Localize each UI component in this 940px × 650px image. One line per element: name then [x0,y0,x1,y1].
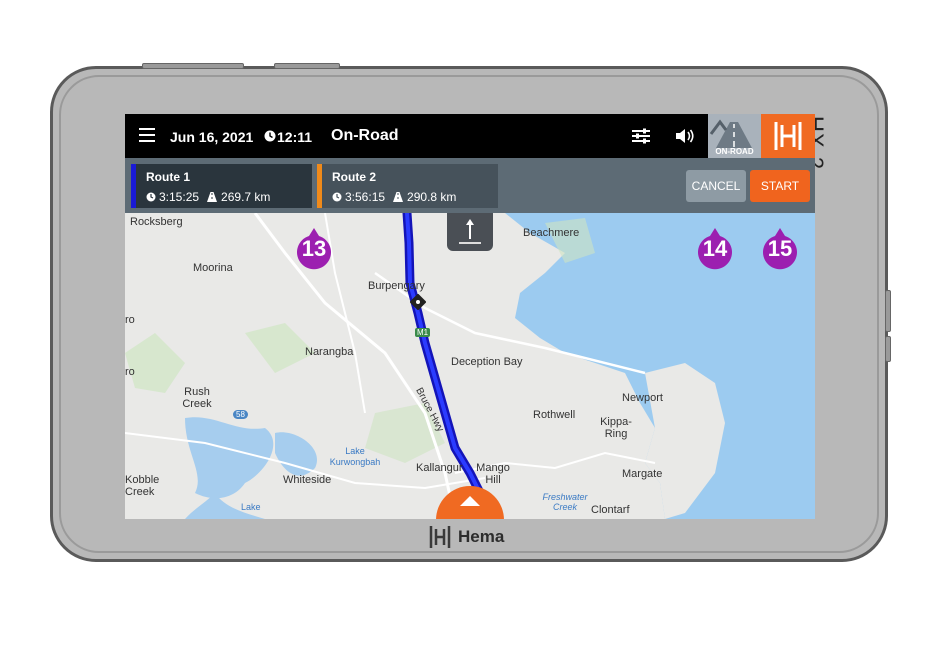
route-distance: 269.7 km [221,190,271,204]
mode-title: On-Road [331,127,399,144]
route-options-bar: Route 1 3:15:25 269.7 km Route 2 3:56:15 [125,158,815,213]
map-label: Freshwater Creek [542,492,588,512]
road-icon [709,119,752,148]
map-label: Narangba [305,346,354,358]
map-label: Kallangur [416,462,463,474]
volume-icon[interactable] [675,127,695,145]
clock-icon [146,192,156,202]
callout-marker: 15 [761,228,799,274]
callout-number: 15 [767,236,793,261]
route-meta: 3:15:25 269.7 km [146,190,270,204]
cancel-button[interactable]: CANCEL [686,170,746,202]
callout-number: 13 [301,236,327,261]
road-distance-icon [393,192,404,202]
map-label: Deception Bay [451,356,523,368]
power-button[interactable] [142,63,244,69]
map-label: ro [125,314,135,326]
map-label: ro [125,366,135,378]
route-option-1[interactable]: Route 1 3:15:25 269.7 km [131,164,312,208]
map-label: Rocksberg [130,216,183,228]
side-button-1[interactable] [885,290,891,332]
route-shield: 58 [233,410,248,419]
route-name: Route 1 [146,170,191,184]
map-label: Burpengary [368,280,425,292]
map-label: Clontarf [591,504,630,516]
top-bar: Jun 16, 2021 12:11 On-Road ON-ROAD [125,114,815,158]
on-road-mode-button[interactable]: ON-ROAD [708,114,761,158]
route-meta: 3:56:15 290.8 km [332,190,456,204]
device-brand: Hema [458,527,505,546]
map-label: Beachmere [523,227,580,239]
on-road-label: ON-ROAD [715,147,754,156]
map-label: Kobble Creek [125,474,160,498]
menu-icon[interactable] [139,128,155,142]
callout-marker: 14 [696,228,734,274]
hema-logo-icon [774,122,802,150]
route-color-stripe [131,164,136,208]
compass-arrow-icon [459,219,481,244]
map-label: Moorina [193,262,233,274]
route-duration: 3:15:25 [159,190,200,204]
hema-app-button[interactable] [761,114,815,158]
callout-marker: 13 [295,228,333,274]
map-label: Mango Hill [476,462,510,486]
clock-icon [332,192,342,202]
date-display: Jun 16, 2021 [170,129,254,145]
side-button-2[interactable] [885,336,891,362]
north-up-button[interactable] [447,213,493,251]
map-label: Rush Creek [182,386,212,410]
screen: Rocksberg Moorina Burpengary Beachmere N… [125,114,815,519]
map-label: Whiteside [283,474,332,486]
roadworks-marker[interactable] [409,293,427,311]
map-label: Lake Kurwongbah [329,446,381,467]
chevron-up-icon [460,496,480,506]
route-option-2[interactable]: Route 2 3:56:15 290.8 km [317,164,498,208]
clock-icon [264,130,276,142]
hema-logo-icon [429,526,451,548]
callout-number: 14 [702,236,728,261]
time-display: 12:11 [277,129,313,145]
road-distance-icon [207,192,218,202]
map-label: Margate [622,468,663,480]
roadworks-icon [409,293,427,311]
route-duration: 3:56:15 [345,190,386,204]
map-label: Rothwell [533,409,576,421]
route-color-stripe [317,164,322,208]
map-label: Lake [241,502,261,512]
expand-panel-button[interactable] [436,486,504,519]
start-button[interactable]: START [750,170,810,202]
map-label: Newport [622,392,663,404]
settings-sliders-icon[interactable] [631,128,651,144]
route-name: Route 2 [332,170,377,184]
map-label: Kippa-Ring [600,416,632,440]
volume-button[interactable] [274,63,340,69]
route-distance: 290.8 km [407,190,457,204]
motorway-shield: M1 [415,328,431,337]
device-logo: Hema [428,524,504,550]
